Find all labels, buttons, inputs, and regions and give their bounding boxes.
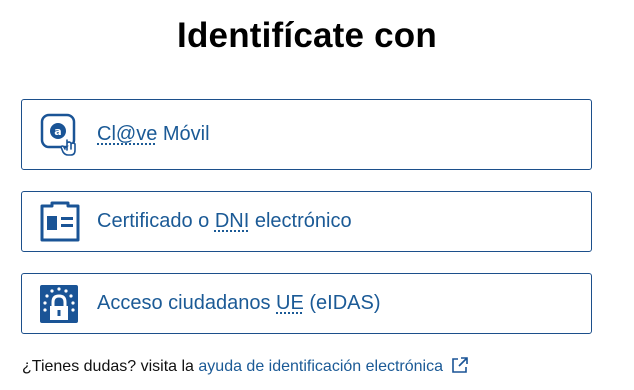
clave-abbreviation: Cl@ve: [97, 123, 158, 145]
certificate-dni-button[interactable]: Certificado o DNI electrónico: [21, 191, 592, 252]
eidas-button[interactable]: Acceso ciudadanos UE (eIDAS): [21, 273, 592, 334]
id-card-icon: [40, 201, 80, 242]
eidas-label: Acceso ciudadanos UE (eIDAS): [97, 292, 381, 314]
eu-padlock-icon: [40, 285, 78, 323]
help-text: ¿Tienes dudas? visita la ayuda de identi…: [22, 356, 469, 376]
svg-text:a: a: [54, 125, 61, 138]
help-prefix: ¿Tienes dudas? visita la: [22, 358, 199, 375]
external-link-icon[interactable]: [451, 356, 469, 374]
clave-movil-button[interactable]: a Cl@ve Móvil: [21, 99, 592, 170]
clave-movil-icon: a: [40, 113, 76, 156]
certificate-dni-label: Certificado o DNI electrónico: [97, 210, 352, 232]
help-link[interactable]: ayuda de identificación electrónica: [198, 358, 443, 375]
page-title: Identifícate con: [177, 16, 437, 55]
clave-movil-label: Cl@ve Móvil: [97, 123, 210, 145]
dni-abbreviation: DNI: [214, 210, 250, 232]
ue-abbreviation: UE: [276, 292, 304, 314]
